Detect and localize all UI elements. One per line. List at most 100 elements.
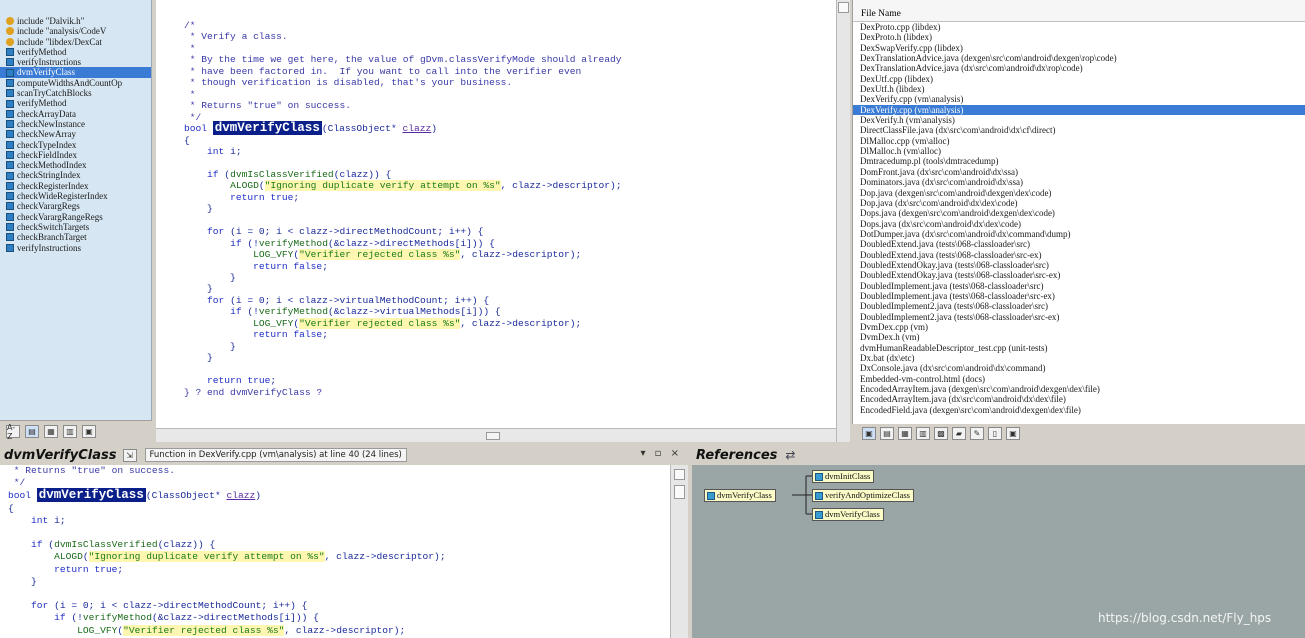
- file-item[interactable]: DotDumper.java (dx\src\com\android\dx\co…: [853, 229, 1305, 239]
- symbol-item[interactable]: include "analysis/CodeV: [0, 26, 151, 36]
- window-controls[interactable]: ▾ ▫ ×: [640, 448, 682, 459]
- symbol-item[interactable]: checkSwitchTargets: [0, 222, 151, 232]
- file-item[interactable]: DlMalloc.cpp (vm\alloc): [853, 136, 1305, 146]
- scroll-thumb[interactable]: [674, 485, 685, 499]
- symbol-item[interactable]: checkVarargRangeRegs: [0, 212, 151, 222]
- symbol-item[interactable]: verifyMethod: [0, 47, 151, 57]
- context-function-name[interactable]: dvmVerifyClass: [36, 488, 146, 503]
- file-name-column-header[interactable]: File Name: [853, 0, 1305, 22]
- file-item[interactable]: DoubledExtendOkay.java (tests\068-classl…: [853, 260, 1305, 270]
- symbol-item[interactable]: checkVarargRegs: [0, 201, 151, 211]
- context-vertical-scrollbar[interactable]: [670, 465, 688, 638]
- file-item[interactable]: DlMalloc.h (vm\alloc): [853, 146, 1305, 156]
- document-icon[interactable]: ▯: [988, 426, 1002, 440]
- color-grid-icon[interactable]: ▩: [934, 426, 948, 440]
- file-item[interactable]: DvmDex.h (vm): [853, 332, 1305, 342]
- folder-icon[interactable]: ▰: [952, 426, 966, 440]
- symbol-item[interactable]: verifyInstructions: [0, 243, 151, 253]
- function-icon: [6, 58, 14, 67]
- file-item[interactable]: DoubledImplement2.java (tests\068-classl…: [853, 312, 1305, 322]
- symbol-item[interactable]: checkNewArray: [0, 129, 151, 139]
- edit-icon[interactable]: ✎: [970, 426, 984, 440]
- file-item[interactable]: Embedded-vm-control.html (docs): [853, 374, 1305, 384]
- file-item[interactable]: DomFront.java (dx\src\com\android\dx\ssa…: [853, 167, 1305, 177]
- file-item[interactable]: EncodedArrayItem.java (dexgen\src\com\an…: [853, 384, 1305, 394]
- list-view-icon[interactable]: ▤: [880, 426, 894, 440]
- code-editor[interactable]: /* * Verify a class. * * By the time we …: [156, 0, 836, 428]
- symbol-item[interactable]: verifyInstructions: [0, 57, 151, 67]
- symbol-item[interactable]: checkRegisterIndex: [0, 181, 151, 191]
- symbol-label: checkTypeIndex: [17, 139, 77, 150]
- scroll-up-arrow-icon[interactable]: [838, 2, 849, 13]
- file-item[interactable]: DexProto.cpp (libdex): [853, 22, 1305, 32]
- scroll-up-arrow-icon[interactable]: [674, 469, 685, 480]
- file-item[interactable]: Dominators.java (dx\src\com\android\dx\s…: [853, 177, 1305, 187]
- file-item[interactable]: DexVerify.cpp (vm\analysis): [853, 94, 1305, 104]
- file-item[interactable]: DexProto.h (libdex): [853, 32, 1305, 42]
- file-item[interactable]: dvmHumanReadableDescriptor_test.cpp (uni…: [853, 343, 1305, 353]
- reference-root-node[interactable]: dvmVerifyClass: [704, 489, 776, 502]
- file-item[interactable]: DexVerify.h (vm\analysis): [853, 115, 1305, 125]
- symbol-item[interactable]: checkWideRegisterIndex: [0, 191, 151, 201]
- file-item[interactable]: DexVerify.cpp (vm\analysis): [853, 104, 1305, 116]
- file-item[interactable]: Dops.java (dx\src\com\android\dx\dex\cod…: [853, 219, 1305, 229]
- symbol-item[interactable]: scanTryCatchBlocks: [0, 88, 151, 98]
- window-icon[interactable]: ▣: [82, 425, 96, 438]
- file-item[interactable]: DexUtf.h (libdex): [853, 84, 1305, 94]
- symbol-item[interactable]: checkTypeIndex: [0, 140, 151, 150]
- file-item[interactable]: DoubledExtend.java (tests\068-classloade…: [853, 239, 1305, 249]
- editor-vertical-scrollbar[interactable]: [836, 0, 850, 442]
- function-name-highlight[interactable]: dvmVerifyClass: [212, 121, 322, 136]
- file-item[interactable]: Dmtracedump.pl (tools\dmtracedump): [853, 156, 1305, 166]
- symbol-item[interactable]: include "Dalvik.h": [0, 16, 151, 26]
- reference-child-node[interactable]: dvmInitClass: [812, 470, 875, 483]
- function-icon: [6, 109, 14, 118]
- context-code-view[interactable]: * Returns "true" on success. */ bool dvm…: [0, 465, 670, 638]
- scroll-thumb[interactable]: [486, 432, 500, 440]
- window-icon[interactable]: ▣: [1006, 426, 1020, 440]
- file-item[interactable]: DirectClassFile.java (dx\src\com\android…: [853, 125, 1305, 135]
- relation-graph-icon[interactable]: ⇄: [785, 448, 795, 462]
- file-item[interactable]: DoubledExtend.java (tests\068-classloade…: [853, 250, 1305, 260]
- symbol-item[interactable]: verifyMethod: [0, 98, 151, 108]
- symbol-item[interactable]: computeWidthsAndCountOp: [0, 78, 151, 88]
- symbol-item[interactable]: checkArrayData: [0, 109, 151, 119]
- file-item[interactable]: DoubledImplement.java (tests\068-classlo…: [853, 291, 1305, 301]
- reference-child-node[interactable]: verifyAndOptimizeClass: [812, 489, 914, 502]
- jump-to-icon[interactable]: ⇲: [122, 448, 137, 462]
- grid-view-icon[interactable]: ▦: [898, 426, 912, 440]
- reference-child-node[interactable]: dvmVerifyClass: [812, 508, 884, 521]
- book-icon[interactable]: ▥: [63, 425, 77, 438]
- file-item[interactable]: DvmDex.cpp (vm): [853, 322, 1305, 332]
- file-item[interactable]: EncodedArrayItem.java (dx\src\com\androi…: [853, 394, 1305, 404]
- symbol-item[interactable]: dvmVerifyClass: [0, 67, 151, 78]
- file-item[interactable]: Dop.java (dx\src\com\android\dx\dex\code…: [853, 198, 1305, 208]
- symbol-item[interactable]: include "libdex/DexCat: [0, 37, 151, 47]
- symbol-item[interactable]: checkStringIndex: [0, 170, 151, 180]
- sort-az-button[interactable]: A-Z: [6, 423, 20, 441]
- file-item[interactable]: DoubledExtendOkay.java (tests\068-classl…: [853, 270, 1305, 280]
- end-function-comment: } ? end dvmVerifyClass ?: [184, 386, 323, 398]
- file-item[interactable]: DoubledImplement2.java (tests\068-classl…: [853, 301, 1305, 311]
- symbol-item[interactable]: checkFieldIndex: [0, 150, 151, 160]
- file-item[interactable]: DexTranslationAdvice.java (dexgen\src\co…: [853, 53, 1305, 63]
- project-icon[interactable]: ▣: [862, 426, 876, 440]
- book-icon[interactable]: ▥: [916, 426, 930, 440]
- context-info: Function in DexVerify.cpp (vm\analysis) …: [144, 448, 407, 462]
- file-item[interactable]: Dop.java (dexgen\src\com\android\dexgen\…: [853, 188, 1305, 198]
- symbol-item[interactable]: checkMethodIndex: [0, 160, 151, 170]
- list-view-icon[interactable]: ▤: [25, 425, 39, 438]
- file-item[interactable]: DoubledImplement.java (tests\068-classlo…: [853, 281, 1305, 291]
- file-item[interactable]: DexSwapVerify.cpp (libdex): [853, 43, 1305, 53]
- file-item[interactable]: Dx.bat (dx\etc): [853, 353, 1305, 363]
- editor-horizontal-scrollbar[interactable]: [156, 428, 836, 442]
- grid-view-icon[interactable]: ▦: [44, 425, 58, 438]
- symbol-item[interactable]: checkNewInstance: [0, 119, 151, 129]
- file-item[interactable]: DxConsole.java (dx\src\com\android\dx\co…: [853, 363, 1305, 373]
- symbol-label: include "Dalvik.h": [17, 16, 85, 26]
- symbol-item[interactable]: checkBranchTarget: [0, 232, 151, 242]
- file-item[interactable]: Dops.java (dexgen\src\com\android\dexgen…: [853, 208, 1305, 218]
- file-item[interactable]: DexTranslationAdvice.java (dx\src\com\an…: [853, 63, 1305, 73]
- file-item[interactable]: DexUtf.cpp (libdex): [853, 74, 1305, 84]
- file-item[interactable]: EncodedField.java (dexgen\src\com\androi…: [853, 405, 1305, 415]
